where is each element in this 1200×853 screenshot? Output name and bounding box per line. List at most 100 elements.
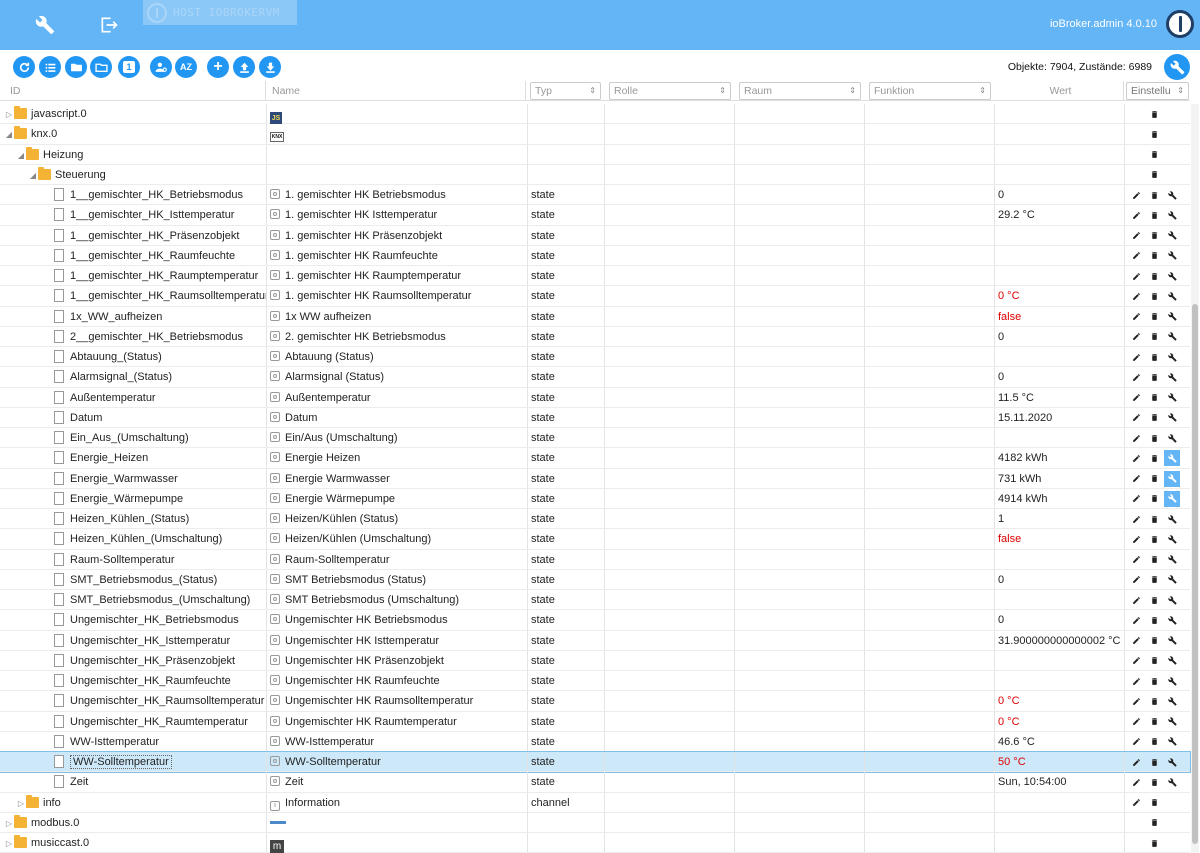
value-cell[interactable] xyxy=(998,347,1123,367)
custom-settings-button[interactable] xyxy=(1164,552,1180,568)
id-cell[interactable]: 1__gemischter_HK_Präsenzobjekt xyxy=(4,226,266,246)
table-row[interactable]: Energie_Warmwasser Energie Warmwasser stat… xyxy=(0,468,1190,489)
id-cell[interactable]: SMT_Betriebsmodus_(Umschaltung) xyxy=(4,590,266,610)
edit-button[interactable] xyxy=(1128,693,1144,709)
edit-button[interactable] xyxy=(1128,430,1144,446)
value-cell[interactable] xyxy=(998,104,1123,124)
edit-button[interactable] xyxy=(1128,633,1144,649)
edit-button[interactable] xyxy=(1128,511,1144,527)
id-cell[interactable]: ▷ info xyxy=(4,793,266,813)
custom-settings-button[interactable] xyxy=(1164,572,1180,588)
edit-button[interactable] xyxy=(1128,248,1144,264)
id-cell[interactable]: Ungemischter_HK_Raumsolltemperatur xyxy=(4,691,266,711)
value-cell[interactable]: 31.900000000000002 °C xyxy=(998,631,1123,651)
value-cell[interactable] xyxy=(998,145,1123,165)
collapse-icon[interactable]: ◢ xyxy=(16,146,26,165)
delete-button[interactable] xyxy=(1146,673,1162,689)
edit-button[interactable] xyxy=(1128,734,1144,750)
delete-button[interactable] xyxy=(1146,653,1162,669)
expand-icon[interactable]: ▷ xyxy=(16,794,26,813)
custom-settings-button[interactable] xyxy=(1164,410,1180,426)
value-cell[interactable]: 50 °C xyxy=(998,752,1123,772)
name-cell[interactable] xyxy=(270,145,526,165)
expand-all-button[interactable] xyxy=(65,56,87,78)
custom-settings-button[interactable] xyxy=(1164,673,1180,689)
value-cell[interactable]: 0 xyxy=(998,367,1123,387)
edit-button[interactable] xyxy=(1128,673,1144,689)
name-cell[interactable]: WW-Solltemperatur xyxy=(270,752,526,772)
edit-button[interactable] xyxy=(1128,592,1144,608)
edit-button[interactable] xyxy=(1128,228,1144,244)
delete-button[interactable] xyxy=(1146,531,1162,547)
edit-button[interactable] xyxy=(1128,268,1144,284)
delete-button[interactable] xyxy=(1146,511,1162,527)
id-cell[interactable]: 1__gemischter_HK_Isttemperatur xyxy=(4,205,266,225)
id-cell[interactable]: Energie_Warmwasser xyxy=(4,469,266,489)
id-cell[interactable]: Ungemischter_HK_Betriebsmodus xyxy=(4,610,266,630)
edit-button[interactable] xyxy=(1128,552,1144,568)
edit-button[interactable] xyxy=(1128,349,1144,365)
delete-button[interactable] xyxy=(1146,147,1162,163)
delete-button[interactable] xyxy=(1146,774,1162,790)
table-row[interactable]: Ein_Aus_(Umschaltung) Ein/Aus (Umschaltun… xyxy=(0,428,1190,449)
column-rolle-filter[interactable]: Rolle ⇕ xyxy=(609,82,731,100)
delete-button[interactable] xyxy=(1146,369,1162,385)
custom-settings-button[interactable] xyxy=(1164,470,1180,487)
edit-button[interactable] xyxy=(1128,207,1144,223)
value-cell[interactable]: 29.2 °C xyxy=(998,205,1123,225)
table-row[interactable]: ▷ modbus.0 xyxy=(0,812,1190,833)
custom-settings-button[interactable] xyxy=(1164,228,1180,244)
table-row[interactable]: 1__gemischter_HK_Isttemperatur 1. gemisch… xyxy=(0,205,1190,226)
custom-settings-button[interactable] xyxy=(1164,207,1180,223)
table-row[interactable]: ◢ knx.0 KNX xyxy=(0,124,1190,145)
custom-settings-button[interactable] xyxy=(1164,187,1180,203)
name-cell[interactable]: 2. gemischter HK Betriebsmodus xyxy=(270,327,526,347)
delete-button[interactable] xyxy=(1146,228,1162,244)
id-cell[interactable]: 2__gemischter_HK_Betriebsmodus xyxy=(4,327,266,347)
table-row[interactable]: Heizen_Kühlen_(Umschaltung) Heizen/Kühlen… xyxy=(0,529,1190,550)
value-cell[interactable] xyxy=(998,246,1123,266)
value-cell[interactable]: 4182 kWh xyxy=(998,448,1123,468)
id-cell[interactable]: 1__gemischter_HK_Raumsolltemperatur xyxy=(4,286,266,306)
delete-button[interactable] xyxy=(1146,612,1162,628)
delete-button[interactable] xyxy=(1146,633,1162,649)
expand-icon[interactable]: ▷ xyxy=(4,105,14,124)
name-cell[interactable]: WW-Isttemperatur xyxy=(270,732,526,752)
table-row[interactable]: Energie_Wärmepumpe Energie Wärmepumpe stat… xyxy=(0,488,1190,509)
column-raum-filter[interactable]: Raum ⇕ xyxy=(739,82,861,100)
value-cell[interactable] xyxy=(998,793,1123,813)
host-tab[interactable]: HOST IOBROKERVM xyxy=(143,0,297,25)
edit-button[interactable] xyxy=(1128,309,1144,325)
table-row[interactable]: ◢ Heizung xyxy=(0,144,1190,165)
edit-button[interactable] xyxy=(1128,714,1144,730)
expand-icon[interactable]: ▷ xyxy=(4,814,14,833)
table-row[interactable]: 1__gemischter_HK_Raumfeuchte 1. gemischte… xyxy=(0,245,1190,266)
custom-settings-button[interactable] xyxy=(1164,349,1180,365)
add-button[interactable]: + xyxy=(207,56,229,78)
name-cell[interactable]: 1x WW aufheizen xyxy=(270,307,526,327)
id-cell[interactable]: ◢ Steuerung xyxy=(4,165,266,185)
delete-button[interactable] xyxy=(1146,207,1162,223)
id-cell[interactable]: ◢ Heizung xyxy=(4,145,266,165)
table-row[interactable]: ▷ javascript.0 JS xyxy=(0,104,1190,125)
value-cell[interactable]: 0 xyxy=(998,185,1123,205)
name-cell[interactable]: Ungemischter HK Isttemperatur xyxy=(270,631,526,651)
value-cell[interactable]: 0 °C xyxy=(998,286,1123,306)
custom-settings-button[interactable] xyxy=(1164,248,1180,264)
table-row[interactable]: Energie_Heizen Energie Heizen state 4182 kW… xyxy=(0,448,1190,469)
value-cell[interactable] xyxy=(998,590,1123,610)
name-cell[interactable]: i Information xyxy=(270,793,526,813)
column-id[interactable]: ID xyxy=(6,81,266,101)
custom-settings-button[interactable] xyxy=(1164,531,1180,547)
custom-settings-button[interactable] xyxy=(1164,754,1180,770)
name-cell[interactable]: Abtauung (Status) xyxy=(270,347,526,367)
value-cell[interactable]: false xyxy=(998,307,1123,327)
value-cell[interactable] xyxy=(998,813,1123,833)
name-cell[interactable]: Heizen/Kühlen (Status) xyxy=(270,509,526,529)
one-level-button[interactable]: 1 xyxy=(118,56,140,78)
id-cell[interactable]: Energie_Heizen xyxy=(4,448,266,468)
table-row[interactable]: 2__gemischter_HK_Betriebsmodus 2. gemisch… xyxy=(0,326,1190,347)
id-cell[interactable]: Abtauung_(Status) xyxy=(4,347,266,367)
value-cell[interactable]: 0 xyxy=(998,570,1123,590)
name-cell[interactable]: Datum xyxy=(270,408,526,428)
